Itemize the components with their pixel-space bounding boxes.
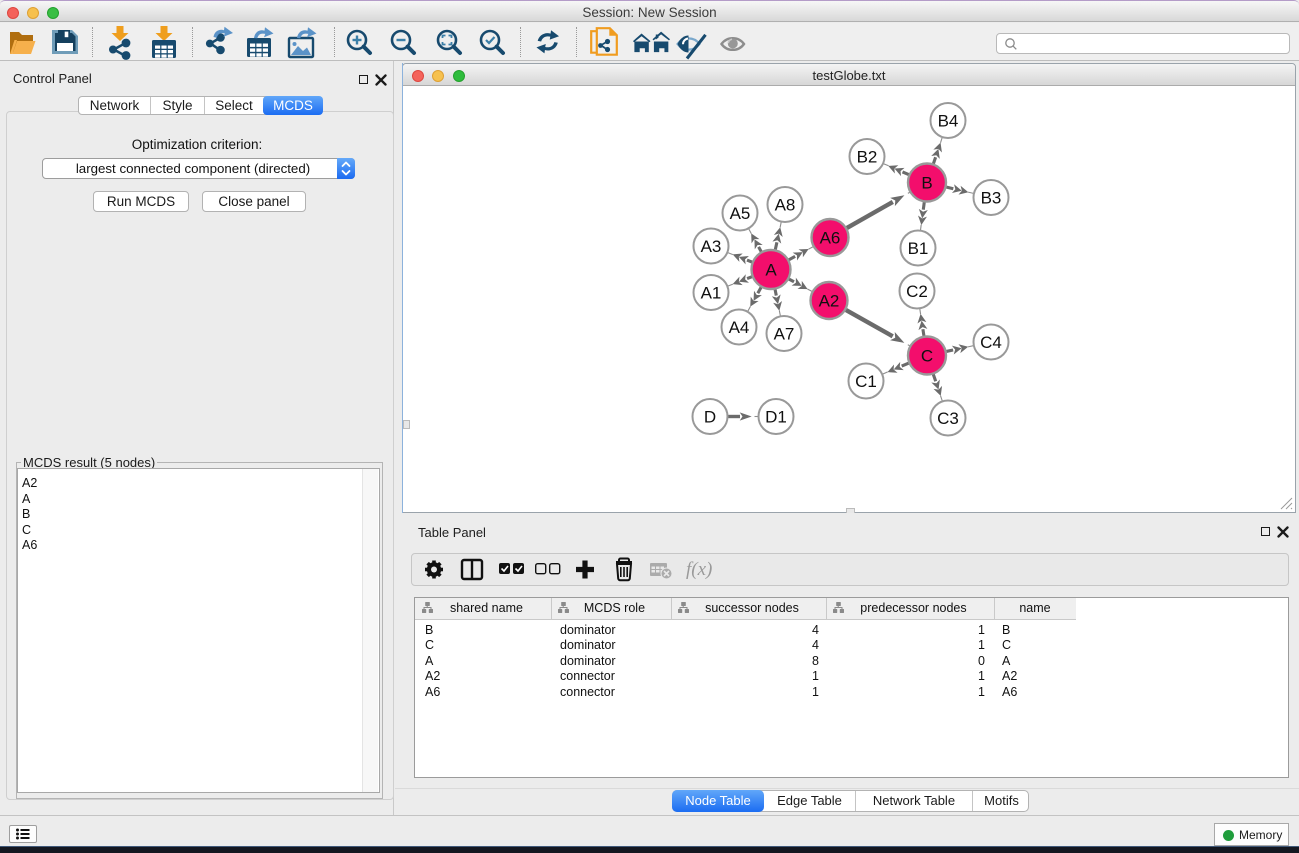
svg-text:B3: B3 bbox=[981, 189, 1002, 208]
svg-text:C2: C2 bbox=[906, 282, 928, 301]
svg-text:A5: A5 bbox=[730, 204, 751, 223]
svg-text:B4: B4 bbox=[938, 112, 959, 131]
svg-text:B2: B2 bbox=[857, 148, 878, 167]
svg-text:B1: B1 bbox=[908, 239, 929, 258]
svg-text:C3: C3 bbox=[937, 409, 959, 428]
svg-text:f(x): f(x) bbox=[686, 559, 712, 580]
svg-text:D1: D1 bbox=[765, 408, 787, 427]
svg-text:A8: A8 bbox=[775, 196, 796, 215]
svg-text:A3: A3 bbox=[701, 237, 722, 256]
svg-text:A7: A7 bbox=[774, 325, 795, 344]
svg-text:C4: C4 bbox=[980, 333, 1002, 352]
svg-text:A: A bbox=[765, 261, 777, 280]
svg-text:C1: C1 bbox=[855, 372, 877, 391]
svg-text:A1: A1 bbox=[701, 284, 722, 303]
svg-text:A6: A6 bbox=[820, 229, 841, 248]
svg-text:C: C bbox=[921, 347, 933, 366]
svg-text:A2: A2 bbox=[819, 292, 840, 311]
svg-text:D: D bbox=[704, 408, 716, 427]
svg-text:B: B bbox=[921, 174, 932, 193]
svg-text:A4: A4 bbox=[729, 318, 750, 337]
